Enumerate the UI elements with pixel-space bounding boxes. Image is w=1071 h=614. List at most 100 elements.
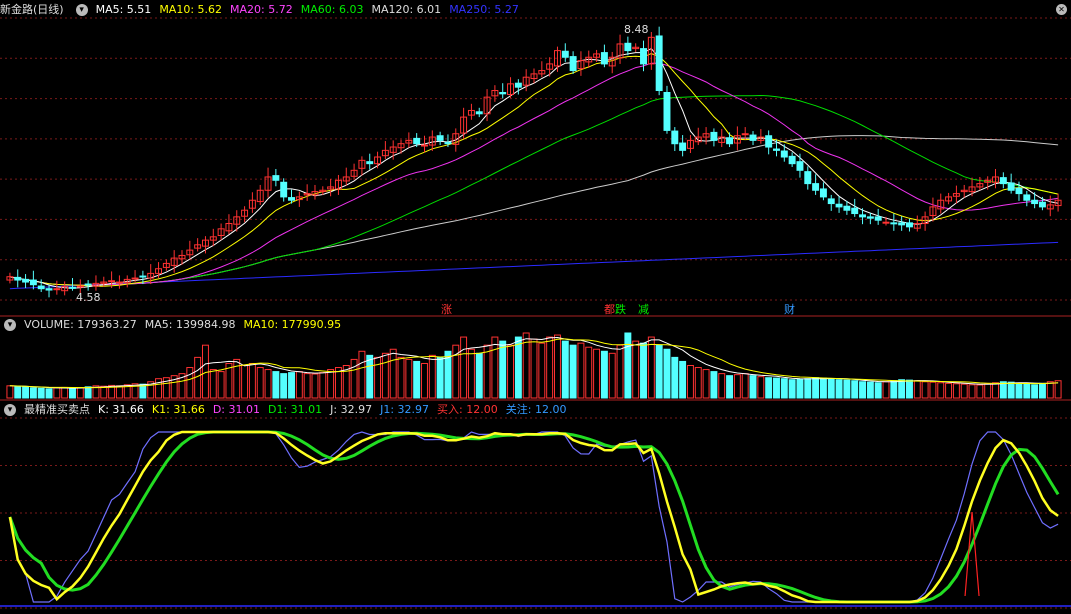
- volume-bar: [233, 358, 241, 399]
- volume-bar: [827, 378, 835, 399]
- candle-body: [843, 205, 851, 211]
- volume-bar: [115, 385, 123, 399]
- volume-bar: [921, 381, 929, 399]
- volume-bar: [483, 344, 491, 399]
- volume-bar: [84, 386, 92, 399]
- volume-bar: [992, 382, 999, 399]
- indicator-legend-item-5: J1: 32.97: [380, 403, 430, 416]
- candle-body: [366, 161, 374, 165]
- chevron-down-icon[interactable]: ▾: [75, 4, 88, 16]
- chevron-down-icon[interactable]: ▾: [4, 319, 16, 331]
- candle-body: [679, 142, 687, 151]
- volume-bar: [209, 369, 217, 399]
- volume-bar: [264, 369, 272, 399]
- volume-bar: [585, 346, 593, 399]
- chevron-down-icon[interactable]: ▾: [4, 404, 16, 416]
- volume-bar: [679, 360, 687, 399]
- candle-body: [22, 278, 30, 283]
- candle-body: [890, 222, 898, 225]
- volume-bar: [327, 369, 335, 399]
- indicator-legend-item-7: 关注: 12.00: [505, 403, 567, 416]
- volume-bar: [773, 377, 780, 399]
- volume-bar: [29, 387, 37, 399]
- volume-bar: [366, 354, 374, 399]
- event-marker-rise[interactable]: 涨: [441, 303, 452, 316]
- volume-bar: [421, 362, 428, 399]
- volume-bar: [710, 371, 718, 399]
- candle-body: [1038, 201, 1046, 208]
- volume-bar: [726, 375, 734, 399]
- stock-name: 新金路: [0, 3, 33, 16]
- volume-bar: [671, 356, 679, 399]
- volume-bar: [428, 354, 436, 399]
- volume-bar: [898, 379, 906, 399]
- volume-bar: [295, 371, 303, 399]
- volume-bar: [647, 336, 655, 399]
- volume-bar: [538, 342, 546, 399]
- candle-body: [726, 137, 734, 145]
- candle-body: [1023, 194, 1031, 201]
- candle-body: [866, 216, 874, 219]
- candle-body: [812, 183, 820, 191]
- event-marker-finance[interactable]: 财: [784, 303, 795, 316]
- main-panel-header: 新金路 (日线) ▾ MA5: 5.51 MA10: 5.62 MA20: 5.72…: [0, 2, 527, 18]
- indicator-name: 最精准买卖点: [24, 403, 90, 416]
- volume-bar: [475, 352, 483, 399]
- candle-body: [108, 280, 116, 283]
- volume-bar: [866, 381, 874, 399]
- close-icon[interactable]: ✕: [1056, 4, 1067, 15]
- event-marker-du[interactable]: 都: [604, 303, 615, 316]
- volume-bar: [945, 382, 953, 399]
- ma-legend-item-1: MA10: 5.62: [159, 3, 223, 16]
- volume-legend-item-1: MA5: 139984.98: [144, 318, 236, 331]
- candle-body: [37, 285, 45, 290]
- volume-bar: [929, 381, 937, 399]
- volume-bar: [952, 383, 960, 399]
- j1-line: [9, 431, 1059, 603]
- candle-body: [999, 177, 1007, 185]
- candle-body: [859, 214, 867, 218]
- volume-bar: [577, 342, 585, 399]
- candle-body: [53, 288, 61, 291]
- volume-bar: [256, 367, 264, 399]
- ma10-line: [9, 53, 1059, 287]
- candle-body: [475, 111, 483, 115]
- low-price-label: 4.58: [76, 291, 101, 304]
- event-marker-fall[interactable]: 跌: [615, 303, 626, 316]
- volume-bar: [350, 358, 358, 399]
- candle-body: [76, 285, 84, 288]
- volume-panel-header: ▾ VOLUME: 179363.27 MA5: 139984.98 MA10: 1…: [0, 317, 349, 333]
- candle-body: [14, 276, 22, 281]
- event-marker-reduce[interactable]: 减: [638, 303, 649, 316]
- volume-bar: [514, 336, 522, 399]
- volume-bar: [843, 379, 851, 399]
- volume-bar: [819, 377, 827, 399]
- volume-bar: [45, 388, 53, 399]
- candle-body: [710, 131, 718, 141]
- k1-line: [8, 430, 1059, 604]
- candle-body: [671, 130, 679, 145]
- candle-body: [788, 155, 796, 165]
- volume-bar: [569, 344, 577, 399]
- volume-bar: [984, 383, 992, 399]
- ma-legend-item-2: MA20: 5.72: [230, 3, 293, 16]
- volume-bar: [303, 373, 311, 399]
- volume-bar: [616, 344, 624, 399]
- d1-line: [8, 430, 1060, 604]
- ma250-line: [9, 241, 1059, 290]
- candle-body: [421, 144, 428, 147]
- candle-body: [898, 222, 906, 226]
- volume-bar: [381, 352, 389, 399]
- volume-bar: [663, 348, 671, 399]
- volume-bar: [22, 386, 30, 399]
- chart-canvas[interactable]: [0, 0, 1071, 614]
- volume-bar: [874, 382, 882, 399]
- volume-bar: [397, 356, 405, 399]
- volume-ma10-line: [9, 338, 1059, 389]
- volume-bar: [389, 348, 397, 399]
- candle-body: [663, 92, 671, 131]
- volume-bar: [272, 371, 280, 399]
- ma60-line: [9, 94, 1059, 286]
- candle-body: [835, 203, 843, 208]
- volume-bar: [812, 377, 820, 399]
